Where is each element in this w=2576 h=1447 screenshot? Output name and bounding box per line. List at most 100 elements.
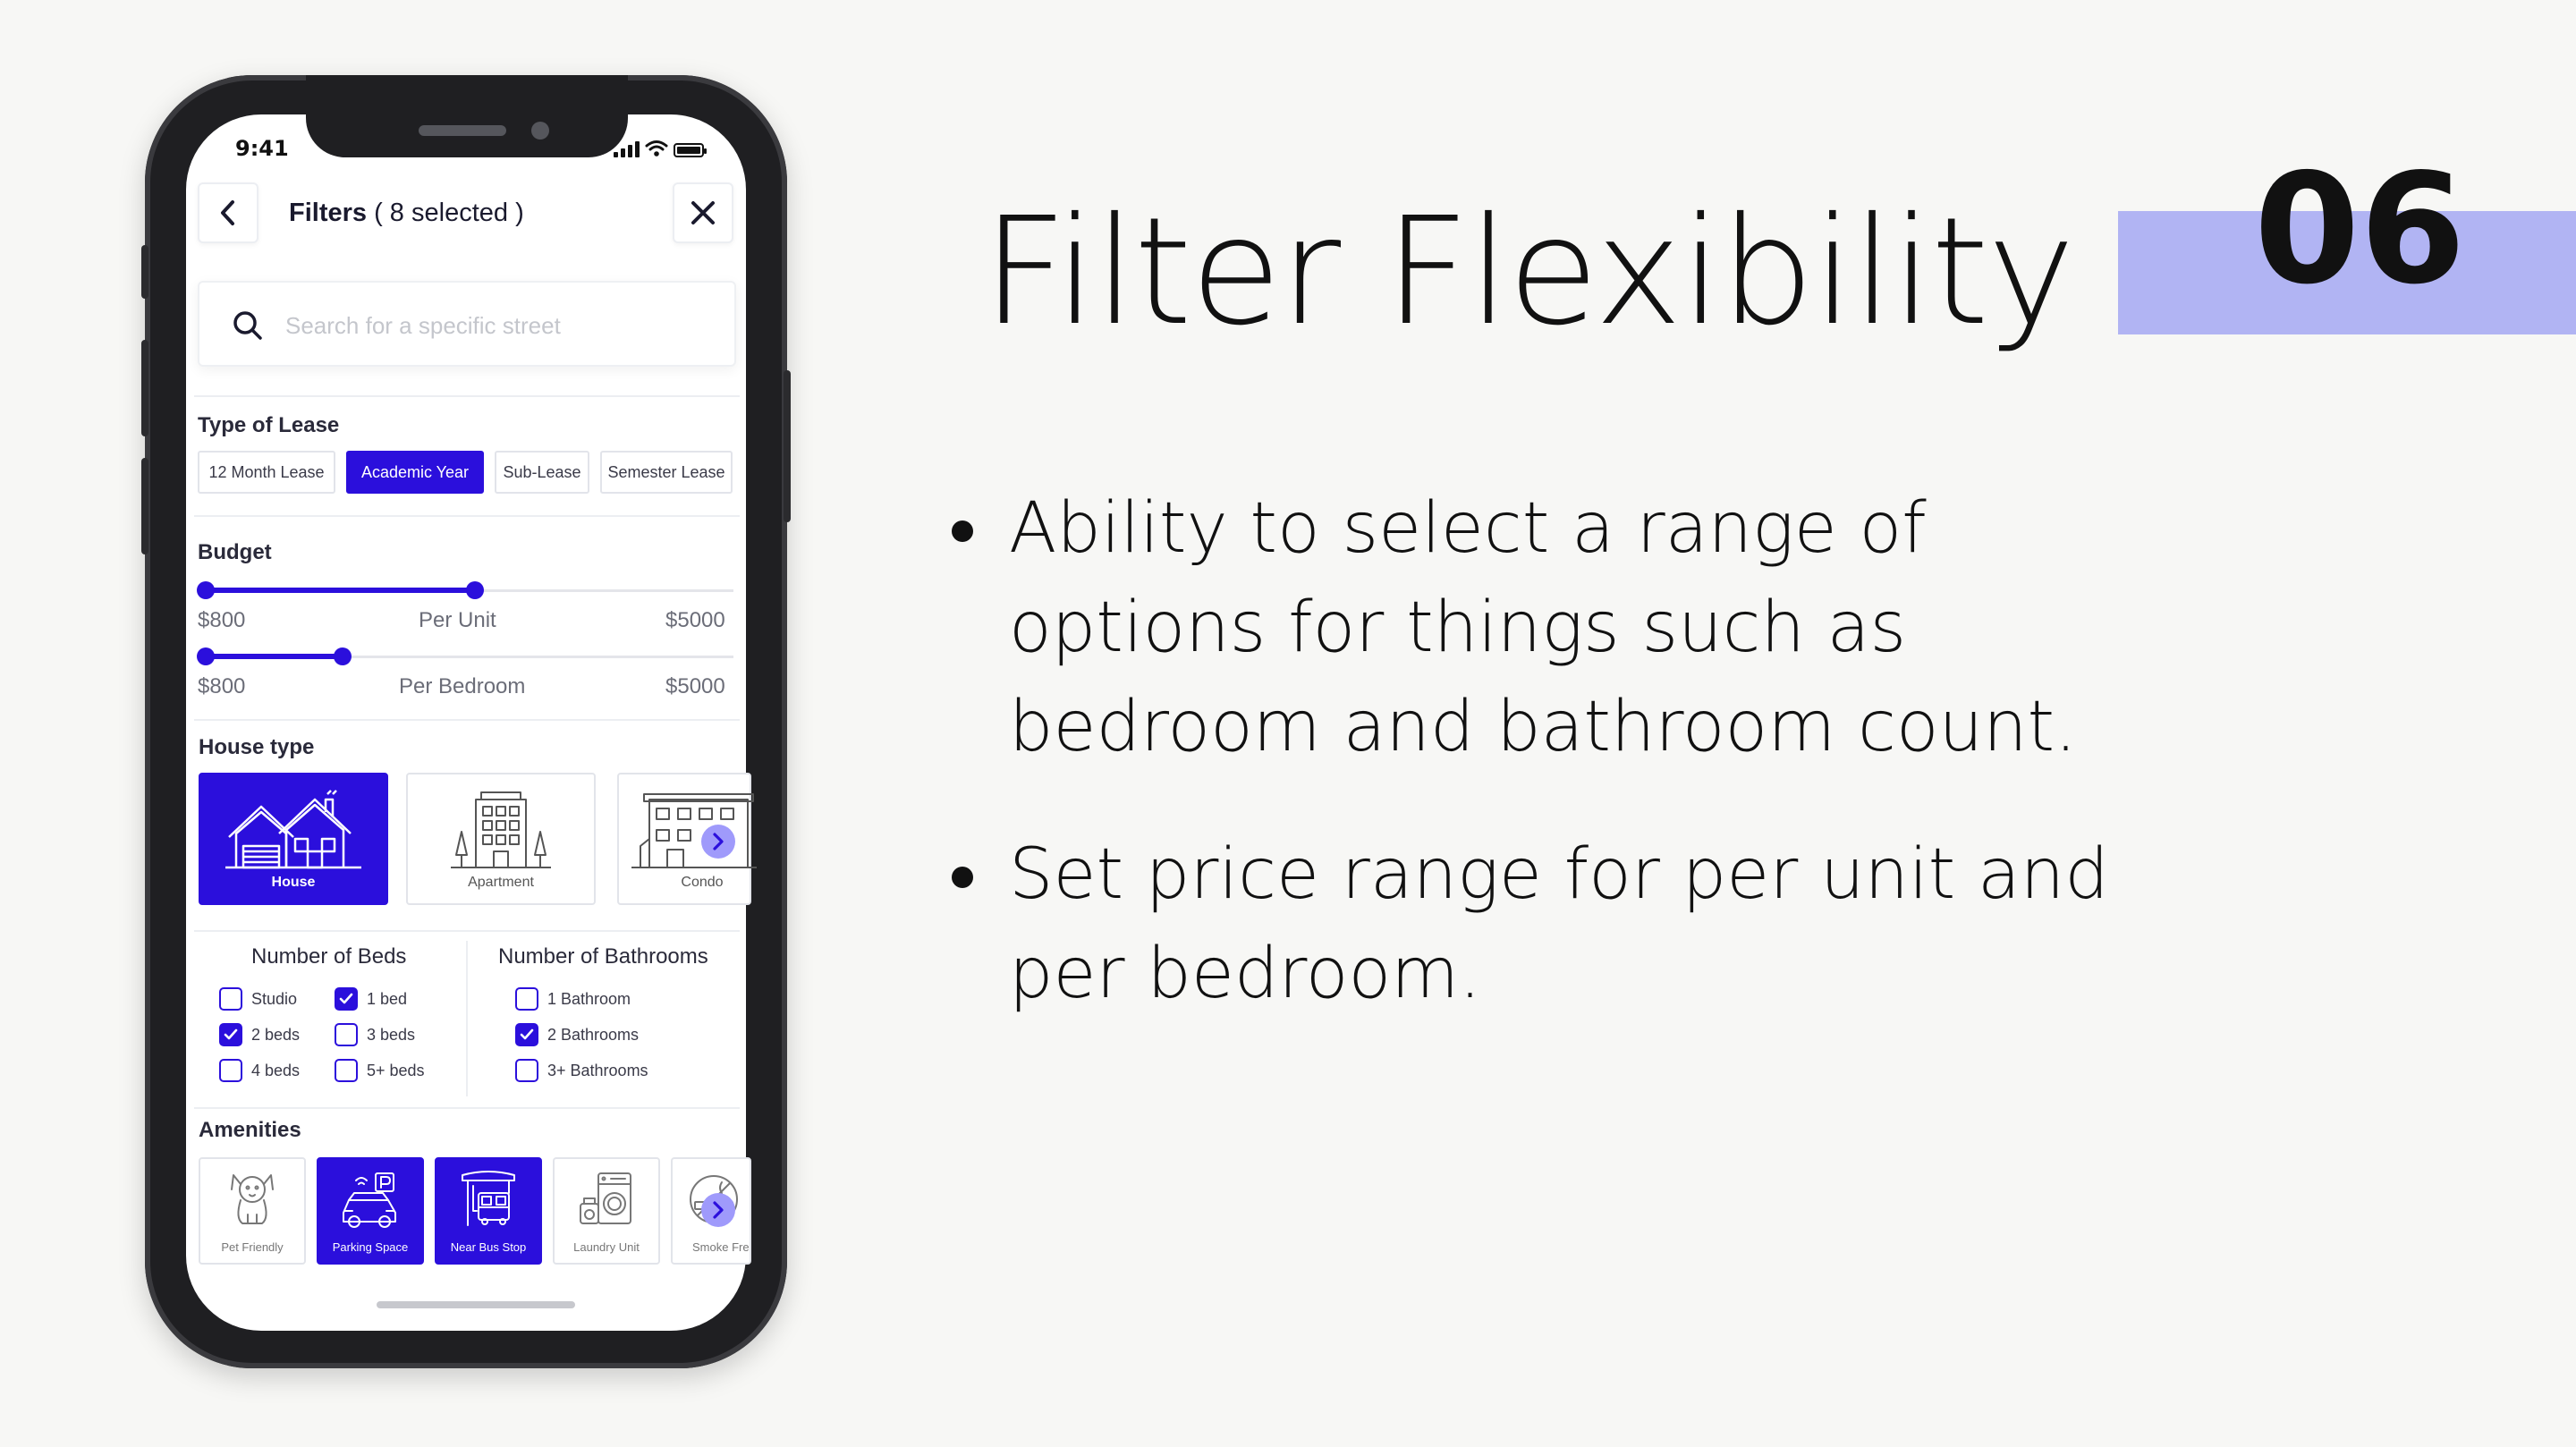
house-type-condo-label: Condo (681, 875, 724, 890)
divider (194, 515, 740, 517)
amenities-label: Amenities (199, 1118, 301, 1142)
chevron-right-icon (713, 833, 724, 850)
lease-label: Type of Lease (198, 413, 340, 437)
checkbox[interactable] (335, 1023, 358, 1046)
wifi-icon (645, 140, 668, 157)
per-unit-slider-fill (206, 588, 475, 593)
per-unit-label: Per Unit (419, 608, 496, 632)
filters-heading: Filters (289, 199, 368, 227)
budget-label: Budget (198, 540, 272, 564)
beds-option-1-bed[interactable]: 1 bed (335, 987, 407, 1011)
per-bedroom-max: $5000 (665, 674, 725, 698)
search-input[interactable] (285, 309, 715, 342)
house-type-apartment-label: Apartment (468, 875, 534, 890)
baths-option-1[interactable]: 1 Bathroom (515, 987, 631, 1011)
lease-option-semester[interactable]: Semester Lease (600, 451, 733, 494)
beds-option-5-plus-beds[interactable]: 5+ beds (335, 1059, 425, 1082)
amenity-laundry-unit[interactable]: Laundry Unit (553, 1157, 660, 1265)
status-time: 9:41 (235, 136, 289, 161)
front-camera (531, 122, 549, 140)
amenity-pet-friendly[interactable]: Pet Friendly (199, 1157, 306, 1265)
laundry-icon (580, 1172, 631, 1224)
beds-label: Number of Beds (251, 944, 407, 969)
per-bedroom-min: $800 (198, 674, 246, 698)
column-divider (466, 941, 468, 1096)
search-box[interactable] (198, 281, 736, 367)
per-bedroom-min-handle[interactable] (197, 647, 215, 665)
close-button[interactable] (673, 182, 733, 243)
search-icon (233, 311, 262, 340)
baths-option-3-plus[interactable]: 3+ Bathrooms (515, 1059, 648, 1082)
lease-option-12-month[interactable]: 12 Month Lease (198, 451, 335, 494)
amenity-parking-space[interactable]: Parking Space (317, 1157, 424, 1265)
speaker-grille (419, 125, 506, 136)
condo-icon (631, 793, 757, 868)
divider (194, 719, 740, 721)
check-icon (339, 993, 353, 1004)
divider (194, 1107, 740, 1109)
volume-down-button (141, 458, 148, 554)
per-bedroom-slider-fill (206, 654, 343, 659)
check-icon (224, 1028, 238, 1040)
amenity-near-bus-stop-label: Near Bus Stop (450, 1240, 527, 1254)
per-unit-min-handle[interactable] (197, 581, 215, 599)
filters-title: Filters ( 8 selected ) (289, 199, 524, 228)
parking-icon (343, 1172, 396, 1228)
house-type-house[interactable]: House (199, 773, 388, 905)
amenity-parking-space-label: Parking Space (332, 1240, 409, 1254)
amenity-laundry-unit-label: Laundry Unit (573, 1240, 640, 1254)
per-bedroom-max-handle[interactable] (334, 647, 352, 665)
checkbox[interactable] (515, 1059, 538, 1082)
beds-option-4-beds[interactable]: 4 beds (219, 1059, 300, 1082)
divider (194, 395, 740, 397)
slide-title: Filter Flexibility (982, 186, 2075, 359)
checkbox-checked[interactable] (219, 1023, 242, 1046)
amenity-pet-friendly-label: Pet Friendly (221, 1240, 284, 1254)
checkbox[interactable] (219, 1059, 242, 1082)
amenity-smoke-free-label: Smoke Fre (692, 1240, 750, 1254)
amenity-near-bus-stop[interactable]: Near Bus Stop (435, 1157, 542, 1265)
lease-option-sub-lease[interactable]: Sub-Lease (495, 451, 589, 494)
chevron-right-icon (713, 1201, 724, 1219)
per-unit-min: $800 (198, 608, 246, 632)
pet-icon (231, 1174, 274, 1224)
checkbox[interactable] (219, 987, 242, 1011)
slide-number: 06 (2254, 141, 2466, 318)
home-indicator[interactable] (377, 1301, 575, 1308)
apartment-icon (451, 791, 551, 868)
beds-option-2-beds[interactable]: 2 beds (219, 1023, 300, 1046)
close-icon (691, 201, 715, 224)
power-button (784, 370, 791, 522)
amenities-scroll-next[interactable] (701, 1193, 735, 1227)
phone-notch (306, 75, 628, 157)
bus-stop-icon (462, 1171, 515, 1226)
bullet-item: Ability to select a range of options for… (948, 479, 2147, 777)
checkbox-checked[interactable] (515, 1023, 538, 1046)
battery-icon (674, 143, 707, 157)
check-icon (520, 1028, 534, 1040)
baths-label: Number of Bathrooms (498, 944, 708, 969)
per-unit-max: $5000 (665, 608, 725, 632)
chevron-left-icon (221, 200, 234, 225)
house-type-apartment[interactable]: Apartment (406, 773, 596, 905)
house-type-house-label: House (271, 875, 316, 890)
beds-option-3-beds[interactable]: 3 beds (335, 1023, 415, 1046)
per-unit-max-handle[interactable] (466, 581, 484, 599)
selected-count: ( 8 selected ) (374, 199, 524, 227)
per-bedroom-label: Per Bedroom (399, 674, 526, 698)
beds-option-studio[interactable]: Studio (219, 987, 297, 1011)
house-icon (225, 790, 361, 869)
baths-option-2[interactable]: 2 Bathrooms (515, 1023, 639, 1046)
divider (194, 930, 740, 932)
bullet-item: Set price range for per unit and per bed… (948, 825, 2147, 1024)
back-button[interactable] (198, 182, 258, 243)
checkbox-checked[interactable] (335, 987, 358, 1011)
bullet-list: Ability to select a range of options for… (948, 479, 2147, 1072)
status-icons (614, 140, 707, 157)
checkbox[interactable] (335, 1059, 358, 1082)
house-type-scroll-next[interactable] (701, 825, 735, 859)
checkbox[interactable] (515, 987, 538, 1011)
house-type-label: House type (199, 735, 315, 759)
volume-up-button (141, 340, 148, 436)
lease-option-academic-year[interactable]: Academic Year (346, 451, 484, 494)
